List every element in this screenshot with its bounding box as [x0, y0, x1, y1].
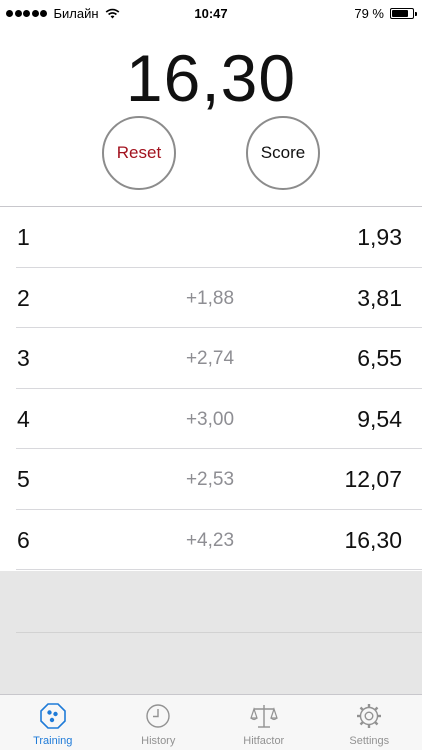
- status-bar: Билайн 10:47 79 %: [0, 0, 422, 28]
- shot-row[interactable]: 4 +3,00 9,54: [0, 389, 422, 450]
- clock-icon: [146, 704, 170, 728]
- shot-total: 16,30: [344, 526, 402, 553]
- gear-icon: [357, 704, 382, 728]
- shot-split: +3,00: [185, 408, 235, 430]
- shot-total: 12,07: [344, 466, 402, 492]
- reset-button[interactable]: Reset: [102, 116, 176, 190]
- tab-hitfactor[interactable]: Hitfactor: [211, 695, 317, 750]
- shot-index: 1: [17, 224, 30, 250]
- battery-icon: [390, 8, 417, 19]
- shot-split: +2,74: [185, 348, 235, 369]
- tab-label: Training: [33, 735, 73, 747]
- shot-total: 9,54: [357, 405, 402, 432]
- shot-row[interactable]: 5 +2,53 12,07: [0, 449, 422, 510]
- shot-list: 1 1,93 2 +1,88 3,81 3 +2,74 6,55 4 +3,00…: [0, 207, 422, 570]
- shot-index: 2: [17, 284, 30, 311]
- shot-total: 3,81: [357, 284, 402, 311]
- tab-bar: Training History Hitfactor Settings: [0, 694, 422, 750]
- shot-split: +4,23: [185, 529, 235, 551]
- shot-index: 5: [17, 466, 30, 492]
- tab-history[interactable]: History: [106, 695, 212, 750]
- tab-label: History: [141, 735, 176, 747]
- scales-icon: [249, 705, 278, 728]
- shot-split: +2,53: [185, 469, 235, 490]
- shot-row[interactable]: 2 +1,88 3,81: [0, 268, 422, 329]
- shot-total: 6,55: [357, 345, 402, 371]
- timer-display: 16,30: [125, 41, 297, 115]
- tab-settings[interactable]: Settings: [317, 695, 422, 750]
- shot-row[interactable]: 1 1,93: [0, 207, 422, 268]
- status-right: 79 %: [354, 6, 417, 21]
- divider: [16, 632, 422, 633]
- tab-label: Settings: [349, 735, 390, 747]
- battery-percent: 79 %: [354, 6, 384, 21]
- shot-total: 1,93: [357, 224, 402, 250]
- shot-index: 3: [17, 345, 30, 371]
- shot-row[interactable]: 3 +2,74 6,55: [0, 328, 422, 389]
- tab-training[interactable]: Training: [0, 695, 106, 750]
- shot-index: 4: [17, 405, 30, 432]
- shot-index: 6: [17, 526, 30, 553]
- score-button[interactable]: Score: [246, 116, 320, 190]
- target-icon: [39, 703, 66, 729]
- shot-split: +1,88: [185, 287, 235, 309]
- tab-label: Hitfactor: [243, 735, 285, 747]
- shot-row[interactable]: 6 +4,23 16,30: [0, 510, 422, 571]
- empty-list-area: [0, 571, 422, 694]
